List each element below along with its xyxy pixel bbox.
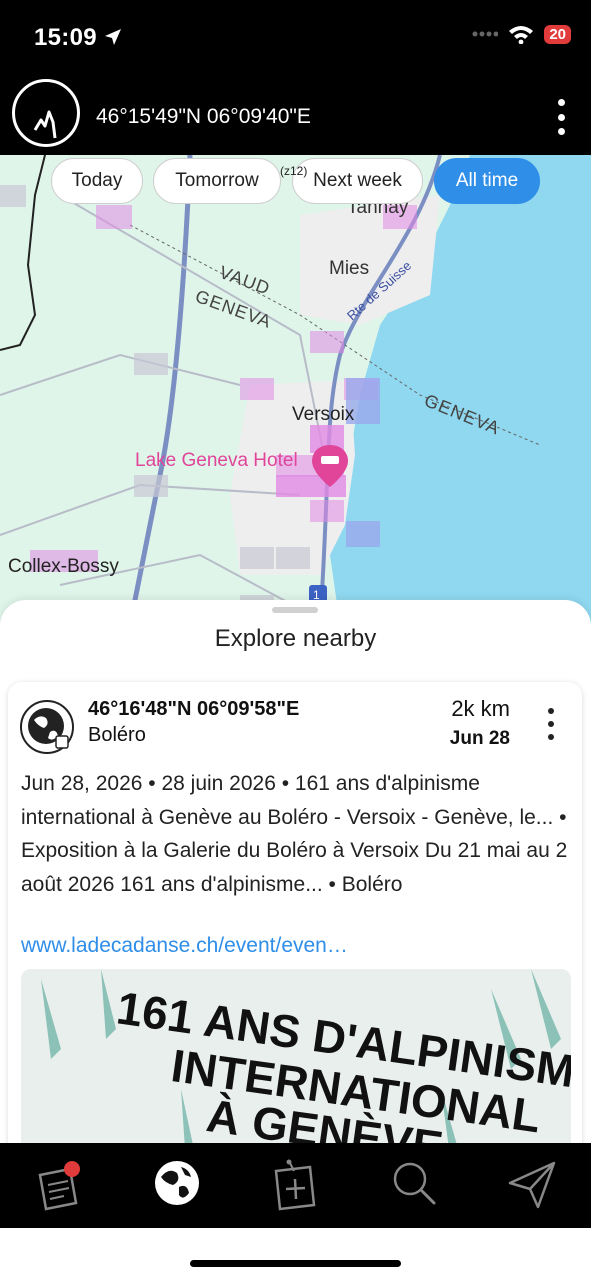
map-view[interactable]: Tannay Mies VAUD GENEVA Rte de Suisse GE… bbox=[0, 155, 591, 625]
event-date: Jun 28 bbox=[449, 728, 510, 749]
event-link[interactable]: www.ladecadanse.ch/event/even… bbox=[21, 934, 461, 958]
sheet-title: Explore nearby bbox=[214, 625, 377, 652]
map-label-hotel: Lake Geneva Hotel bbox=[135, 450, 298, 471]
notes-icon bbox=[38, 1161, 80, 1211]
tab-bar bbox=[0, 1143, 591, 1228]
search-icon bbox=[393, 1162, 436, 1205]
signal-dots-icon bbox=[472, 31, 499, 37]
notification-badge bbox=[64, 1161, 80, 1177]
chip-all-time[interactable]: All time bbox=[434, 158, 540, 204]
location-arrow-icon bbox=[105, 29, 121, 45]
tab-notes[interactable] bbox=[24, 1153, 94, 1213]
send-icon bbox=[508, 1161, 556, 1209]
chip-tomorrow[interactable]: Tomorrow bbox=[153, 158, 281, 204]
tab-add-note[interactable] bbox=[260, 1153, 330, 1213]
pin-hand-icon bbox=[33, 110, 57, 139]
add-note-icon bbox=[274, 1159, 316, 1211]
tab-send[interactable] bbox=[498, 1153, 568, 1213]
event-poster-image[interactable]: 161 ANS D'ALPINISME INTERNATIONAL À GENÈ… bbox=[21, 969, 571, 1162]
globe-avatar-icon bbox=[20, 700, 74, 754]
explore-sheet: Explore nearby 46°16'48"N 06°09'58"E Bol… bbox=[0, 600, 591, 1162]
map-canvas: Tannay Mies VAUD GENEVA Rte de Suisse GE… bbox=[0, 155, 591, 625]
zoom-level: (z12) bbox=[280, 164, 308, 178]
sheet-handle[interactable] bbox=[272, 607, 318, 613]
home-indicator[interactable] bbox=[190, 1260, 401, 1267]
more-options-icon[interactable] bbox=[553, 99, 569, 135]
event-distance: 2k km bbox=[451, 696, 510, 721]
status-bar: 15:09 20 bbox=[0, 0, 591, 75]
event-card[interactable]: 46°16'48"N 06°09'58"E Boléro 2k km Jun 2… bbox=[8, 682, 582, 1162]
battery-indicator: 20 bbox=[544, 24, 571, 44]
tab-explore[interactable] bbox=[141, 1153, 211, 1213]
top-bar: 46°15'49"N 06°09'40"E bbox=[0, 75, 591, 155]
chip-next-week[interactable]: Next week bbox=[292, 158, 423, 204]
map-label-mies: Mies bbox=[329, 258, 369, 279]
event-place: Boléro bbox=[88, 724, 146, 746]
home-area bbox=[0, 1228, 591, 1280]
wifi-icon bbox=[509, 26, 534, 44]
current-coordinates[interactable]: 46°15'49"N 06°09'40"E bbox=[96, 105, 311, 129]
event-coordinates: 46°16'48"N 06°09'58"E bbox=[88, 698, 300, 720]
map-label-collex-bossy: Collex-Bossy bbox=[8, 556, 119, 577]
map-label-versoix: Versoix bbox=[292, 404, 355, 425]
event-description: Jun 28, 2026 • 28 juin 2026 • 161 ans d'… bbox=[21, 772, 568, 896]
status-time: 15:09 bbox=[34, 24, 97, 51]
chip-today[interactable]: Today bbox=[51, 158, 143, 204]
profile-avatar-button[interactable] bbox=[12, 79, 80, 147]
tab-search[interactable] bbox=[378, 1153, 448, 1213]
globe-icon bbox=[155, 1161, 199, 1205]
card-more-icon[interactable] bbox=[546, 708, 556, 740]
